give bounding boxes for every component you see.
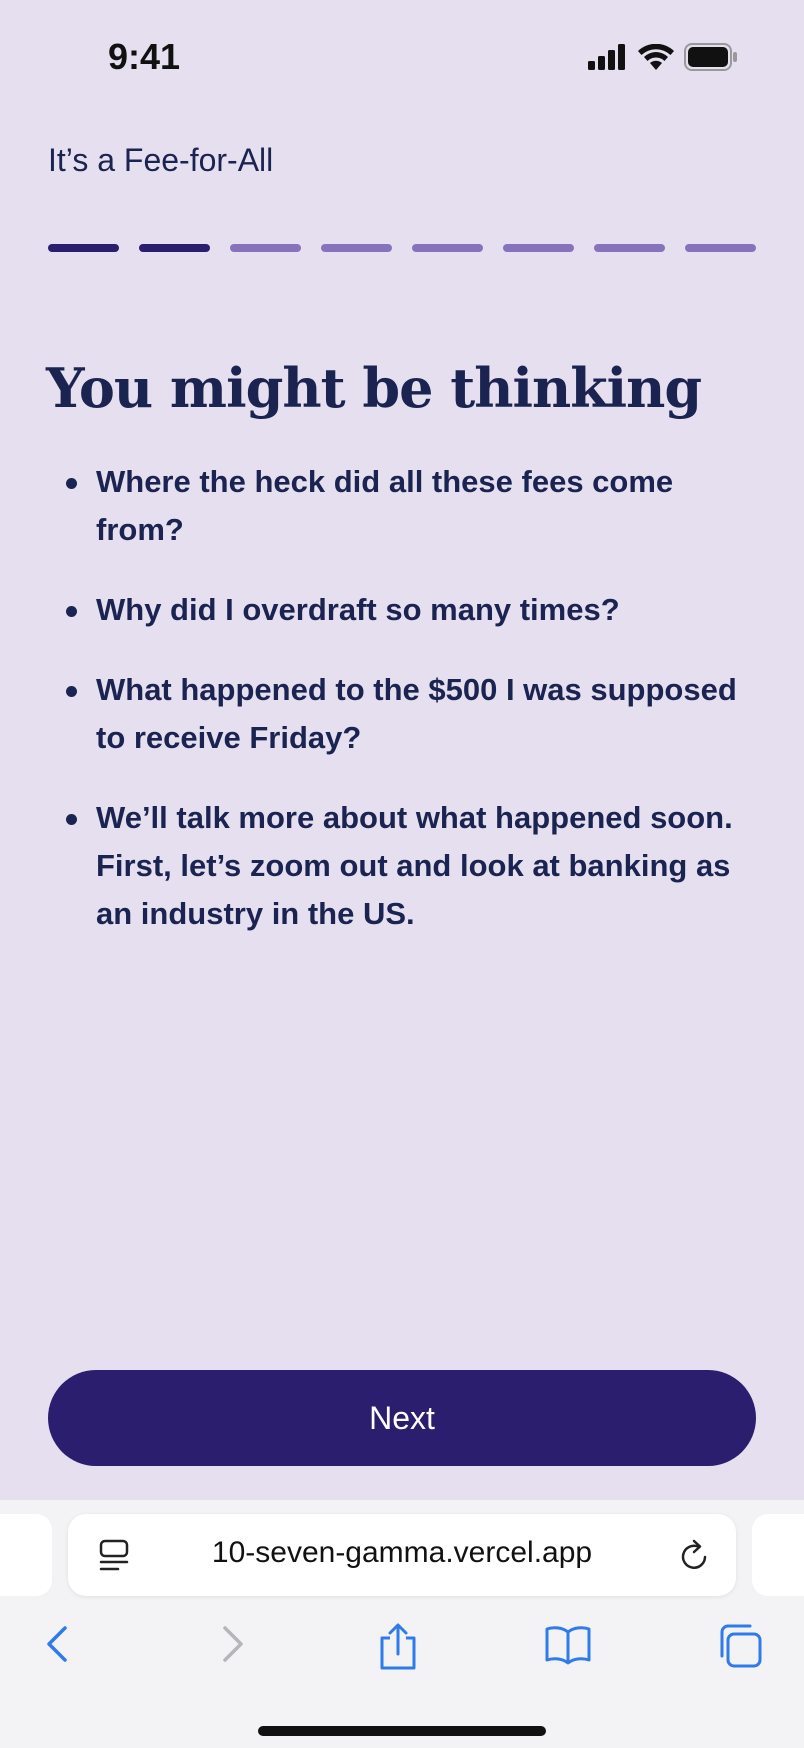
- list-item: What happened to the $500 I was supposed…: [48, 666, 748, 762]
- status-bar: 9:41: [0, 0, 804, 110]
- content-heading: You might be thinking: [46, 356, 702, 420]
- status-icons: [588, 42, 738, 76]
- share-icon[interactable]: [376, 1622, 420, 1677]
- list-item: We’ll talk more about what happened soon…: [48, 794, 748, 938]
- page-title: It’s a Fee-for-All: [48, 142, 274, 178]
- browser-bar: 10-seven-gamma.vercel.app: [0, 1500, 804, 1748]
- thoughts-list: Where the heck did all these fees come f…: [48, 458, 748, 970]
- progress-segment: [230, 244, 301, 252]
- progress-segment: [594, 244, 665, 252]
- url-text: 10-seven-gamma.vercel.app: [211, 1536, 593, 1569]
- next-button[interactable]: Next: [48, 1370, 756, 1466]
- next-tab-preview[interactable]: [752, 1514, 804, 1596]
- progress-segment: [139, 244, 210, 252]
- back-icon[interactable]: [38, 1622, 78, 1671]
- browser-toolbar: [0, 1612, 804, 1692]
- reload-icon[interactable]: [678, 1538, 712, 1579]
- progress-segment: [321, 244, 392, 252]
- list-item-text: Where the heck did all these fees come f…: [96, 464, 674, 547]
- list-item-text: Why did I overdraft so many times?: [96, 592, 620, 627]
- bullet-dot: [66, 606, 77, 617]
- wifi-icon: [638, 43, 674, 75]
- bullet-dot: [66, 814, 77, 825]
- list-item-text: What happened to the $500 I was supposed…: [96, 672, 737, 755]
- progress-segment: [503, 244, 574, 252]
- battery-icon: [684, 42, 738, 76]
- previous-tab-preview[interactable]: [0, 1514, 52, 1596]
- bullet-dot: [66, 478, 77, 489]
- list-item-text: We’ll talk more about what happened soon…: [96, 800, 733, 931]
- cellular-signal-icon: [588, 43, 628, 75]
- list-item: Why did I overdraft so many times?: [48, 586, 748, 634]
- progress-segment: [412, 244, 483, 252]
- progress-indicator: [48, 244, 756, 252]
- address-bar[interactable]: 10-seven-gamma.vercel.app: [68, 1514, 736, 1596]
- status-time: 9:41: [108, 36, 181, 77]
- tabs-icon[interactable]: [716, 1622, 764, 1675]
- home-indicator: [258, 1726, 546, 1736]
- forward-icon[interactable]: [212, 1622, 252, 1671]
- bullet-dot: [66, 686, 77, 697]
- bookmarks-icon[interactable]: [544, 1622, 592, 1671]
- progress-segment: [48, 244, 119, 252]
- list-item: Where the heck did all these fees come f…: [48, 458, 748, 554]
- progress-segment: [685, 244, 756, 252]
